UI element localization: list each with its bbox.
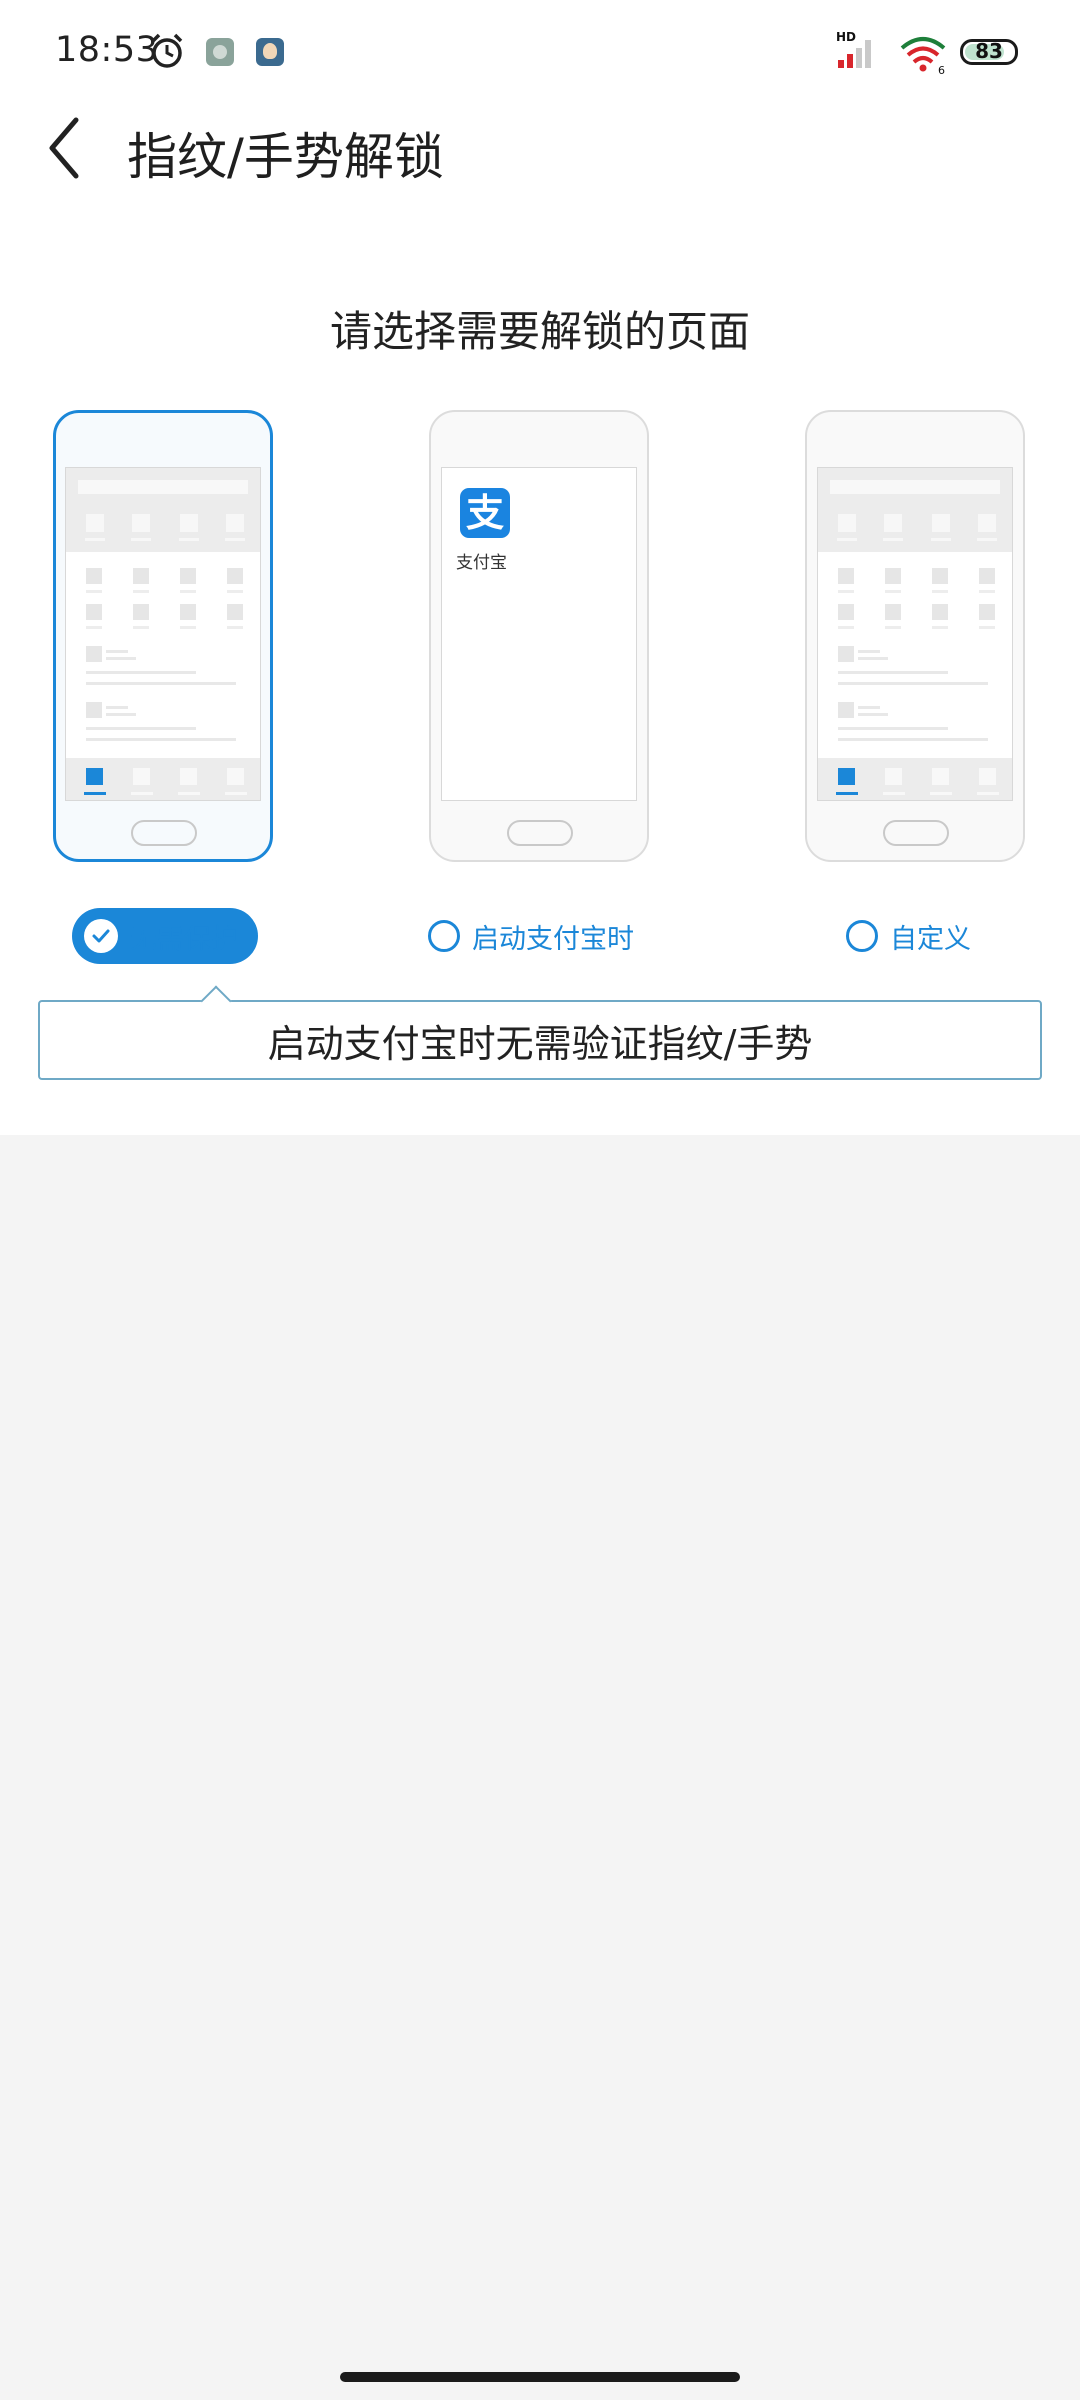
battery-icon: 83 xyxy=(960,39,1018,65)
page-title: 指纹/手势解锁 xyxy=(127,128,444,186)
home-button-outline xyxy=(131,820,197,846)
radio-unchecked-icon xyxy=(428,920,460,952)
description-box: 启动支付宝时无需验证指纹/手势 xyxy=(38,985,1042,1080)
status-bar: 18:53 HD 6 83 xyxy=(0,0,1080,100)
radio-unchecked-icon xyxy=(846,920,878,952)
description-text: 启动支付宝时无需验证指纹/手势 xyxy=(267,1021,813,1066)
selection-prompt: 请选择需要解锁的页面 xyxy=(329,307,750,356)
option-no-protection[interactable]: 无需保护 xyxy=(72,908,258,964)
battery-level-text: 83 xyxy=(975,39,1003,63)
option-on-launch[interactable]: 启动支付宝时 xyxy=(428,908,634,964)
preview-screen: 支 支付宝 xyxy=(441,467,637,801)
option-label: 启动支付宝时 xyxy=(472,923,634,955)
cellular-signal-icon: HD xyxy=(836,30,871,68)
alarm-icon xyxy=(151,33,183,68)
check-icon xyxy=(84,919,118,953)
wifi-label: 6 xyxy=(938,64,945,74)
alipay-logo-icon: 支 xyxy=(460,488,510,538)
back-button[interactable] xyxy=(40,110,96,186)
wifi-icon: 6 xyxy=(900,37,946,74)
preview-screen xyxy=(65,467,261,801)
preview-custom[interactable] xyxy=(805,410,1025,862)
status-time: 18:53 xyxy=(55,30,159,70)
option-custom[interactable]: 自定义 xyxy=(846,908,971,964)
alipay-label: 支付宝 xyxy=(456,553,507,573)
home-indicator[interactable] xyxy=(340,2372,740,2382)
option-label: 无需保护 xyxy=(130,923,238,955)
home-button-outline xyxy=(883,820,949,846)
network-label: HD xyxy=(836,30,856,44)
notification-avatar-icon xyxy=(256,38,284,66)
preview-screen xyxy=(817,467,1013,801)
option-label: 自定义 xyxy=(890,923,971,955)
home-button-outline xyxy=(507,820,573,846)
preview-no-protection[interactable] xyxy=(53,410,273,862)
preview-on-launch[interactable]: 支 支付宝 xyxy=(429,410,649,862)
chevron-left-icon xyxy=(49,117,79,179)
notification-app-icon xyxy=(206,38,234,66)
